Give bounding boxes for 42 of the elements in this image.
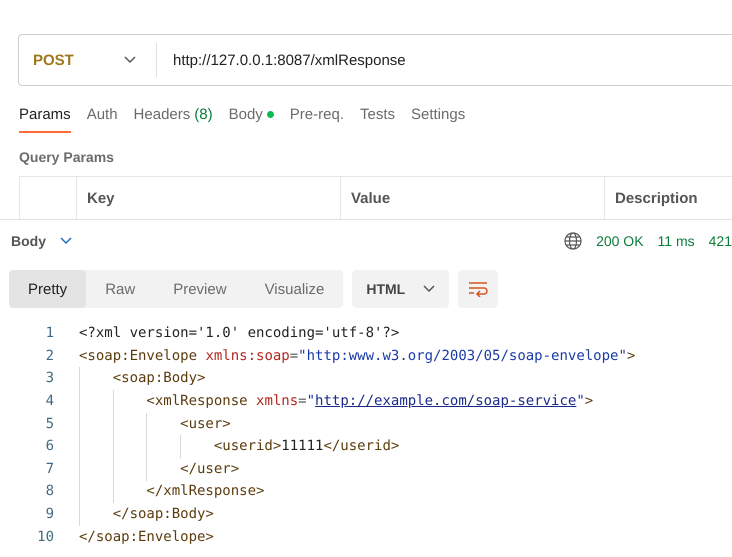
wrap-lines-button[interactable] bbox=[458, 270, 498, 308]
globe-icon[interactable] bbox=[564, 232, 582, 250]
line-number: 7 bbox=[44, 460, 55, 477]
wrap-lines-icon bbox=[468, 281, 488, 297]
view-tab[interactable]: Preview bbox=[154, 270, 246, 308]
request-tab[interactable]: Auth bbox=[86, 104, 118, 133]
column-header: Key bbox=[76, 177, 340, 219]
request-tab[interactable]: Pre-req. bbox=[290, 104, 344, 133]
chevron-down-icon bbox=[60, 237, 72, 245]
section-title: Query Params bbox=[19, 149, 115, 165]
line-number: 1 bbox=[44, 325, 55, 342]
column-header: Value bbox=[340, 177, 604, 219]
response-size: 421 bbox=[708, 233, 732, 249]
request-tab[interactable]: Params bbox=[19, 104, 71, 133]
line-number: 5 bbox=[44, 416, 55, 432]
status-code: 200 OK bbox=[596, 233, 644, 249]
line-number: 8 bbox=[44, 483, 55, 500]
line-number: 10 bbox=[36, 528, 55, 545]
view-tab[interactable]: Visualize bbox=[246, 270, 344, 308]
view-tab[interactable]: Pretty bbox=[9, 270, 86, 308]
request-tab[interactable]: Headers (8) bbox=[134, 104, 213, 133]
line-number: 9 bbox=[44, 506, 55, 522]
format-dropdown[interactable]: HTML bbox=[352, 270, 450, 308]
method-dropdown[interactable]: POST bbox=[19, 43, 157, 77]
chevron-down-icon bbox=[423, 285, 436, 293]
response-time: 11 ms bbox=[658, 233, 695, 249]
code-line: <soap:Envelope xmlns:soap="http:www.w3.org/2003/05/soap-envelope"> bbox=[79, 348, 636, 364]
view-tab[interactable]: Raw bbox=[86, 270, 154, 308]
column-header: Description bbox=[604, 177, 732, 219]
status-dot-icon bbox=[266, 111, 274, 118]
chevron-down-icon bbox=[124, 56, 136, 64]
line-number: 2 bbox=[44, 348, 55, 364]
line-number: 4 bbox=[44, 393, 55, 410]
url-input[interactable]: http://127.0.0.1:8087/xmlResponse bbox=[173, 52, 406, 68]
request-tab[interactable]: Body bbox=[228, 104, 274, 133]
body-dropdown[interactable]: Body bbox=[11, 233, 72, 249]
line-number: 3 bbox=[44, 370, 55, 386]
code-line: <?xml version='1.0' encoding='utf-8'?> bbox=[79, 325, 400, 342]
code-line: </soap:Envelope> bbox=[79, 528, 214, 545]
request-tab[interactable]: Settings bbox=[411, 104, 466, 133]
request-tab[interactable]: Tests bbox=[360, 104, 395, 133]
line-number: 6 bbox=[44, 438, 55, 454]
